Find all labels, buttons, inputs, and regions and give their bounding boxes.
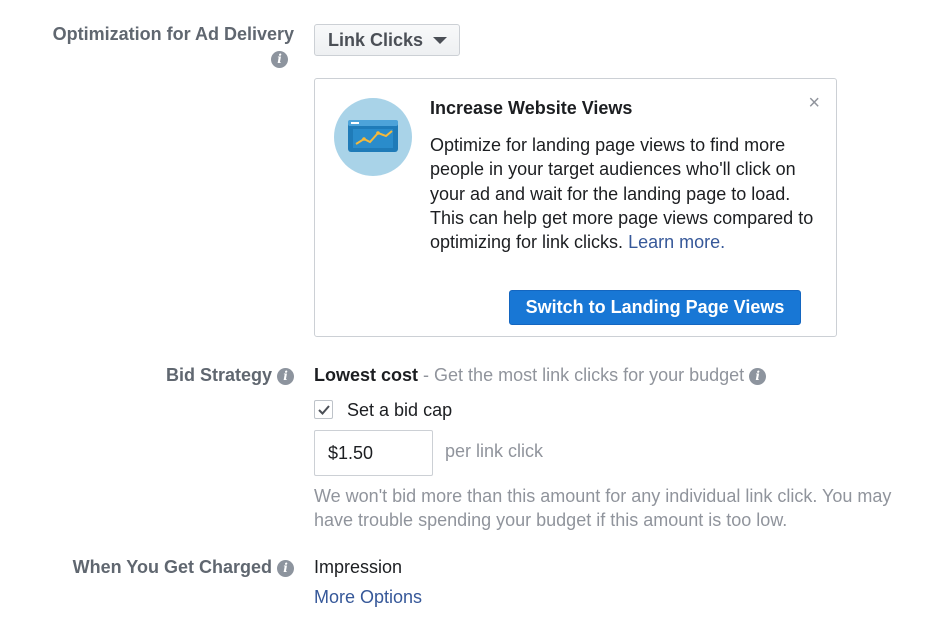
website-chart-illustration-icon — [334, 98, 412, 176]
bid-strategy-label: Bid Strategy i — [166, 365, 294, 386]
optimization-selected-value: Link Clicks — [328, 30, 424, 50]
suggestion-title: Increase Website Views — [430, 98, 633, 118]
close-icon[interactable]: × — [808, 93, 820, 113]
info-icon[interactable]: i — [749, 367, 767, 385]
optimization-label: Optimization for Ad Delivery — [52, 24, 294, 44]
bid-strategy-value: Lowest cost - Get the most link clicks f… — [314, 365, 767, 386]
optimization-dropdown[interactable]: Link Clicks — [314, 24, 460, 56]
caret-down-icon — [433, 37, 447, 44]
bid-strategy-description: - Get the most link clicks for your budg… — [423, 365, 745, 385]
when-charged-label-text: When You Get Charged — [72, 557, 272, 577]
when-charged-label: When You Get Charged i — [73, 557, 294, 578]
bid-cap-checkbox[interactable] — [314, 400, 333, 419]
bid-strategy-label-text: Bid Strategy — [165, 365, 272, 385]
bid-strategy-name: Lowest cost — [314, 365, 419, 385]
suggestion-body: Optimize for landing page views to find … — [430, 133, 815, 254]
more-options-link[interactable]: More Options — [314, 587, 422, 608]
when-charged-value: Impression — [314, 557, 403, 577]
bid-cap-checkbox-row[interactable]: Set a bid cap — [314, 400, 452, 421]
suggestion-card: Increase Website Views Optimize for land… — [314, 78, 837, 337]
bid-cap-label: Set a bid cap — [347, 400, 453, 420]
info-icon[interactable]: i — [271, 51, 288, 68]
info-icon[interactable]: i — [277, 367, 294, 385]
ad-delivery-settings: Optimization for Ad Delivery i Link Clic… — [0, 0, 944, 626]
info-icon[interactable]: i — [277, 559, 294, 577]
bid-cap-unit: per link click — [445, 441, 544, 461]
switch-to-landing-page-views-button[interactable]: Switch to Landing Page Views — [509, 290, 801, 325]
learn-more-link[interactable]: Learn more. — [628, 232, 725, 252]
suggestion-body-text: Optimize for landing page views to find … — [430, 135, 814, 253]
bid-cap-help-text: We won't bid more than this amount for a… — [314, 486, 892, 530]
bid-cap-input[interactable] — [314, 430, 433, 476]
check-icon — [318, 405, 330, 415]
